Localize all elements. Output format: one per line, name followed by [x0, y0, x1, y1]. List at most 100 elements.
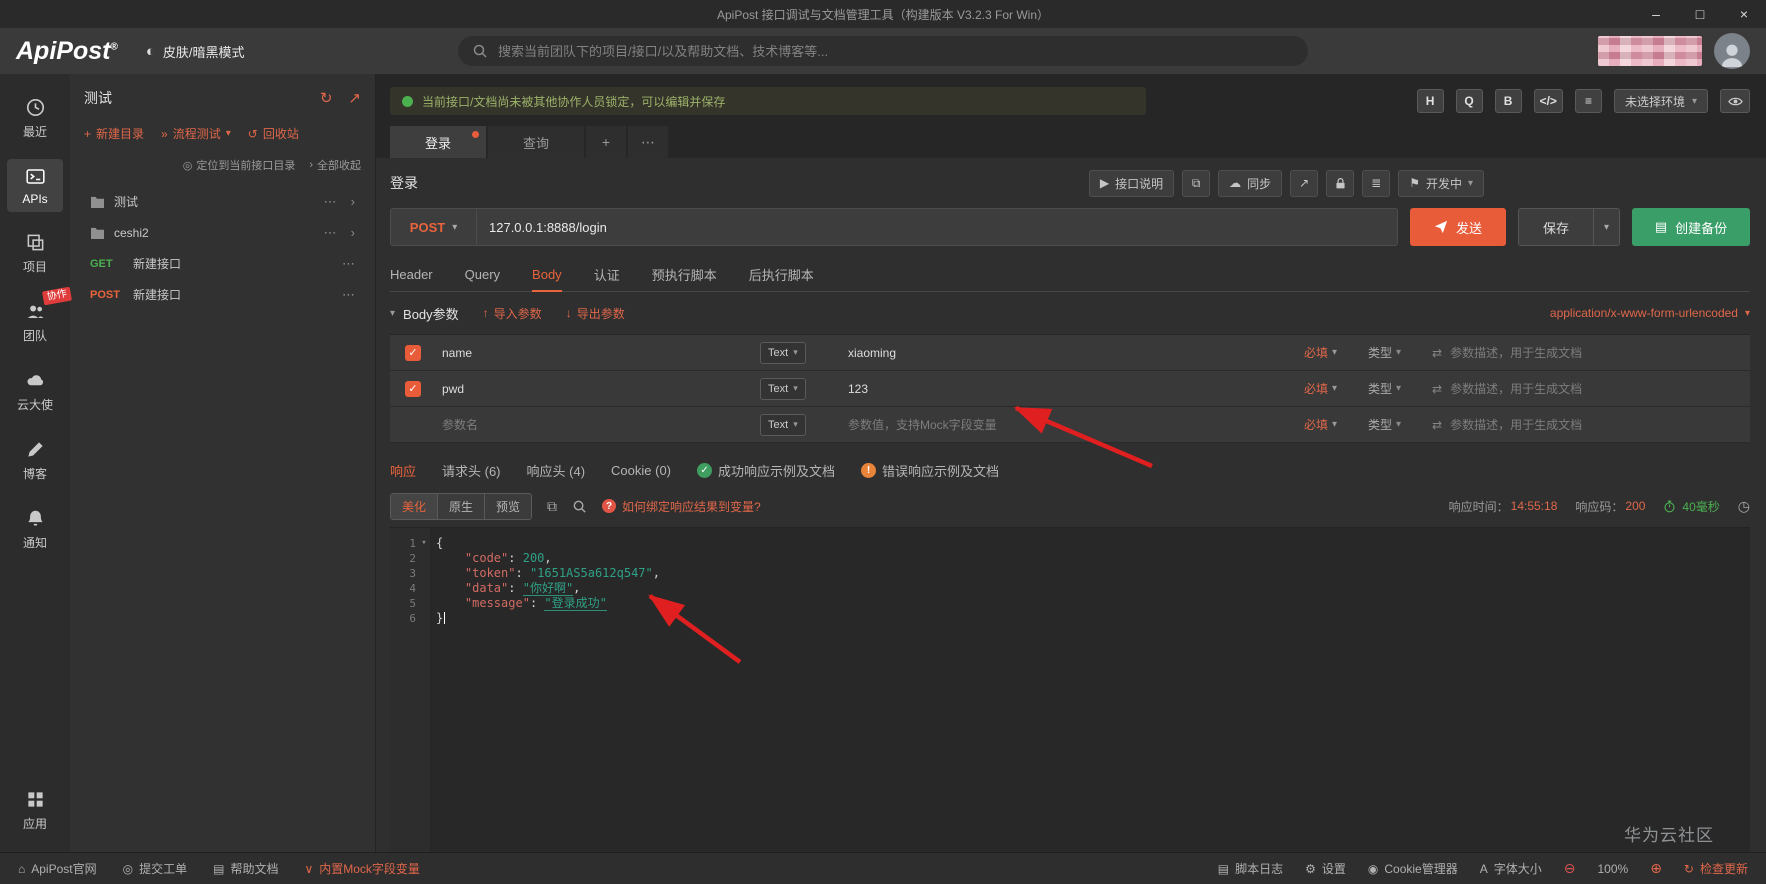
param-value-input[interactable]: xiaoming [832, 346, 1304, 360]
beautify-button[interactable]: 美化 [391, 493, 439, 519]
share-icon[interactable]: ↗ [348, 89, 361, 107]
filter-button[interactable]: ≡ [1574, 89, 1602, 113]
raw-button[interactable]: 原生 [438, 493, 486, 519]
param-required-select[interactable]: 必填 ▾ [1304, 416, 1368, 433]
tab-error-example[interactable]: ! 错误响应示例及文档 [861, 461, 999, 480]
sidebar-item-blog[interactable]: 博客 [7, 432, 63, 488]
sidebar-item-cloud[interactable]: 云大使 [7, 363, 63, 419]
chevron-right-icon[interactable]: › [351, 194, 355, 210]
db-button[interactable]: ≣ [1362, 169, 1391, 197]
recycle-bin-button[interactable]: ↺ 回收站 [248, 125, 299, 142]
response-editor[interactable]: 1 ▾{2 "code": 200, 3 "token": "1651AS5a612… [390, 527, 1750, 852]
refresh-icon[interactable]: ↻ [320, 89, 333, 107]
tab-success-example[interactable]: ✓ 成功响应示例及文档 [697, 461, 835, 480]
param-checkbox[interactable]: ✓ [405, 380, 421, 397]
q-button[interactable]: Q [1455, 89, 1483, 113]
mock-variables-link[interactable]: ∨ 内置Mock字段变量 [304, 860, 419, 877]
b-button[interactable]: B [1494, 89, 1522, 113]
content-type-select[interactable]: application/x-www-form-urlencoded ▾ [1550, 306, 1750, 320]
official-site-link[interactable]: ⌂ ApiPost官网 [18, 860, 97, 877]
sidebar-item-project[interactable]: 项目 [7, 225, 63, 281]
copy-button[interactable]: ⧉ [1182, 169, 1211, 197]
tree-api-get[interactable]: GET 新建接口 ⋯ [84, 248, 361, 279]
more-icon[interactable]: ⋯ [324, 225, 337, 241]
maximize-icon[interactable]: □ [1678, 0, 1722, 28]
sidebar-item-recent[interactable]: 最近 [7, 90, 63, 146]
export-params-button[interactable]: ↓ 导出参数 [566, 305, 625, 322]
tab-query-params[interactable]: Query [465, 258, 500, 291]
help-doc-link[interactable]: ▤ 帮助文档 [213, 860, 278, 877]
param-value-input[interactable]: 123 [832, 382, 1304, 396]
env-select[interactable]: 未选择环境 ▾ [1613, 89, 1708, 113]
param-name-input[interactable]: 参数名 [436, 416, 760, 433]
preview-button[interactable]: 预览 [485, 493, 532, 519]
param-name-input[interactable]: pwd [436, 382, 760, 396]
tab-response[interactable]: 响应 [390, 461, 416, 480]
add-tab-button[interactable]: + [586, 126, 626, 158]
avatar[interactable] [1714, 33, 1750, 69]
tab-header[interactable]: Header [390, 258, 433, 291]
zoom-out-icon[interactable]: ⊖ [1564, 860, 1576, 877]
method-select[interactable]: POST ▾ [391, 209, 477, 245]
chevron-right-icon[interactable]: › [351, 225, 355, 241]
param-type-select[interactable]: Text ▾ [760, 413, 806, 436]
param-value-input[interactable]: 参数值，支持Mock字段变量 [832, 416, 1304, 433]
font-size-button[interactable]: A 字体大小 [1480, 860, 1542, 877]
tab-body[interactable]: Body [532, 258, 562, 292]
param-name-input[interactable]: name [436, 346, 760, 360]
param-required-select[interactable]: 必填 ▾ [1304, 380, 1368, 397]
param-checkbox[interactable]: ✓ [405, 344, 421, 361]
param-datatype-select[interactable]: 类型 ▾ [1368, 416, 1432, 433]
lock-button[interactable] [1326, 169, 1355, 197]
sidebar-item-apps[interactable]: 应用 [7, 782, 63, 838]
share-button[interactable]: ↗ [1290, 169, 1319, 197]
send-button[interactable]: 发送 [1410, 208, 1506, 246]
status-select[interactable]: ⚑ 开发中 ▾ [1398, 169, 1484, 197]
flow-test-button[interactable]: » 流程测试 ▾ [161, 125, 231, 142]
tree-api-post[interactable]: POST 新建接口 ⋯ [84, 279, 361, 310]
param-type-select[interactable]: Text ▾ [760, 377, 806, 400]
history-icon[interactable]: ◷ [1738, 498, 1750, 515]
check-update-button[interactable]: ↻ 检查更新 [1684, 860, 1748, 877]
tab-post-script[interactable]: 后执行脚本 [749, 258, 814, 291]
close-icon[interactable]: × [1722, 0, 1766, 28]
search-response-button[interactable] [572, 499, 587, 514]
tree-folder[interactable]: ceshi2 ⋯ › [84, 217, 361, 248]
create-backup-button[interactable]: ▤ 创建备份 [1632, 208, 1750, 246]
param-desc-input[interactable]: ⇄ 参数描述，用于生成文档 [1432, 380, 1750, 397]
settings-button[interactable]: ⚙ 设置 [1305, 860, 1346, 877]
script-log-button[interactable]: ▤ 脚本日志 [1218, 860, 1283, 877]
collapse-all-button[interactable]: › 全部收起 [309, 157, 361, 173]
save-button[interactable]: 保存 [1519, 209, 1593, 245]
tab-query[interactable]: 查询 [488, 126, 584, 158]
search-input[interactable] [458, 36, 1308, 66]
cookie-manager-button[interactable]: ◉ Cookie管理器 [1368, 860, 1458, 877]
minimize-icon[interactable]: – [1634, 0, 1678, 28]
zoom-in-icon[interactable]: ⊕ [1650, 860, 1662, 877]
submit-ticket-link[interactable]: ◎ 提交工单 [123, 860, 188, 877]
tab-cookie[interactable]: Cookie (0) [611, 463, 671, 478]
param-required-select[interactable]: 必填 ▾ [1304, 344, 1368, 361]
url-input[interactable] [477, 209, 1397, 245]
bind-variable-help[interactable]: ? 如何绑定响应结果到变量? [602, 498, 761, 515]
tab-pre-script[interactable]: 预执行脚本 [652, 258, 717, 291]
more-icon[interactable]: ⋯ [324, 194, 337, 210]
new-dir-button[interactable]: + 新建目录 [84, 125, 144, 142]
tab-auth[interactable]: 认证 [594, 258, 620, 291]
param-desc-input[interactable]: ⇄ 参数描述，用于生成文档 [1432, 344, 1750, 361]
param-datatype-select[interactable]: 类型 ▾ [1368, 380, 1432, 397]
sidebar-item-apis[interactable]: APIs [7, 159, 63, 212]
tab-request-headers[interactable]: 请求头 (6) [442, 461, 501, 480]
more-icon[interactable]: ⋯ [342, 287, 355, 303]
skin-toggle[interactable]: ◐ 皮肤/暗黑模式 [146, 42, 245, 61]
api-doc-button[interactable]: ▶ 接口说明 [1088, 169, 1175, 197]
tree-folder[interactable]: 测试 ⋯ › [84, 186, 361, 217]
copy-response-button[interactable]: ⧉ [547, 498, 557, 515]
sync-button[interactable]: ☁ 同步 [1218, 169, 1283, 197]
param-desc-input[interactable]: ⇄ 参数描述，用于生成文档 [1432, 416, 1750, 433]
locate-current-button[interactable]: ◎ 定位到当前接口目录 [183, 157, 296, 173]
tab-login[interactable]: 登录 [390, 126, 486, 158]
code-button[interactable]: </> [1533, 89, 1563, 113]
h-button[interactable]: H [1416, 89, 1444, 113]
param-type-select[interactable]: Text ▾ [760, 341, 806, 364]
